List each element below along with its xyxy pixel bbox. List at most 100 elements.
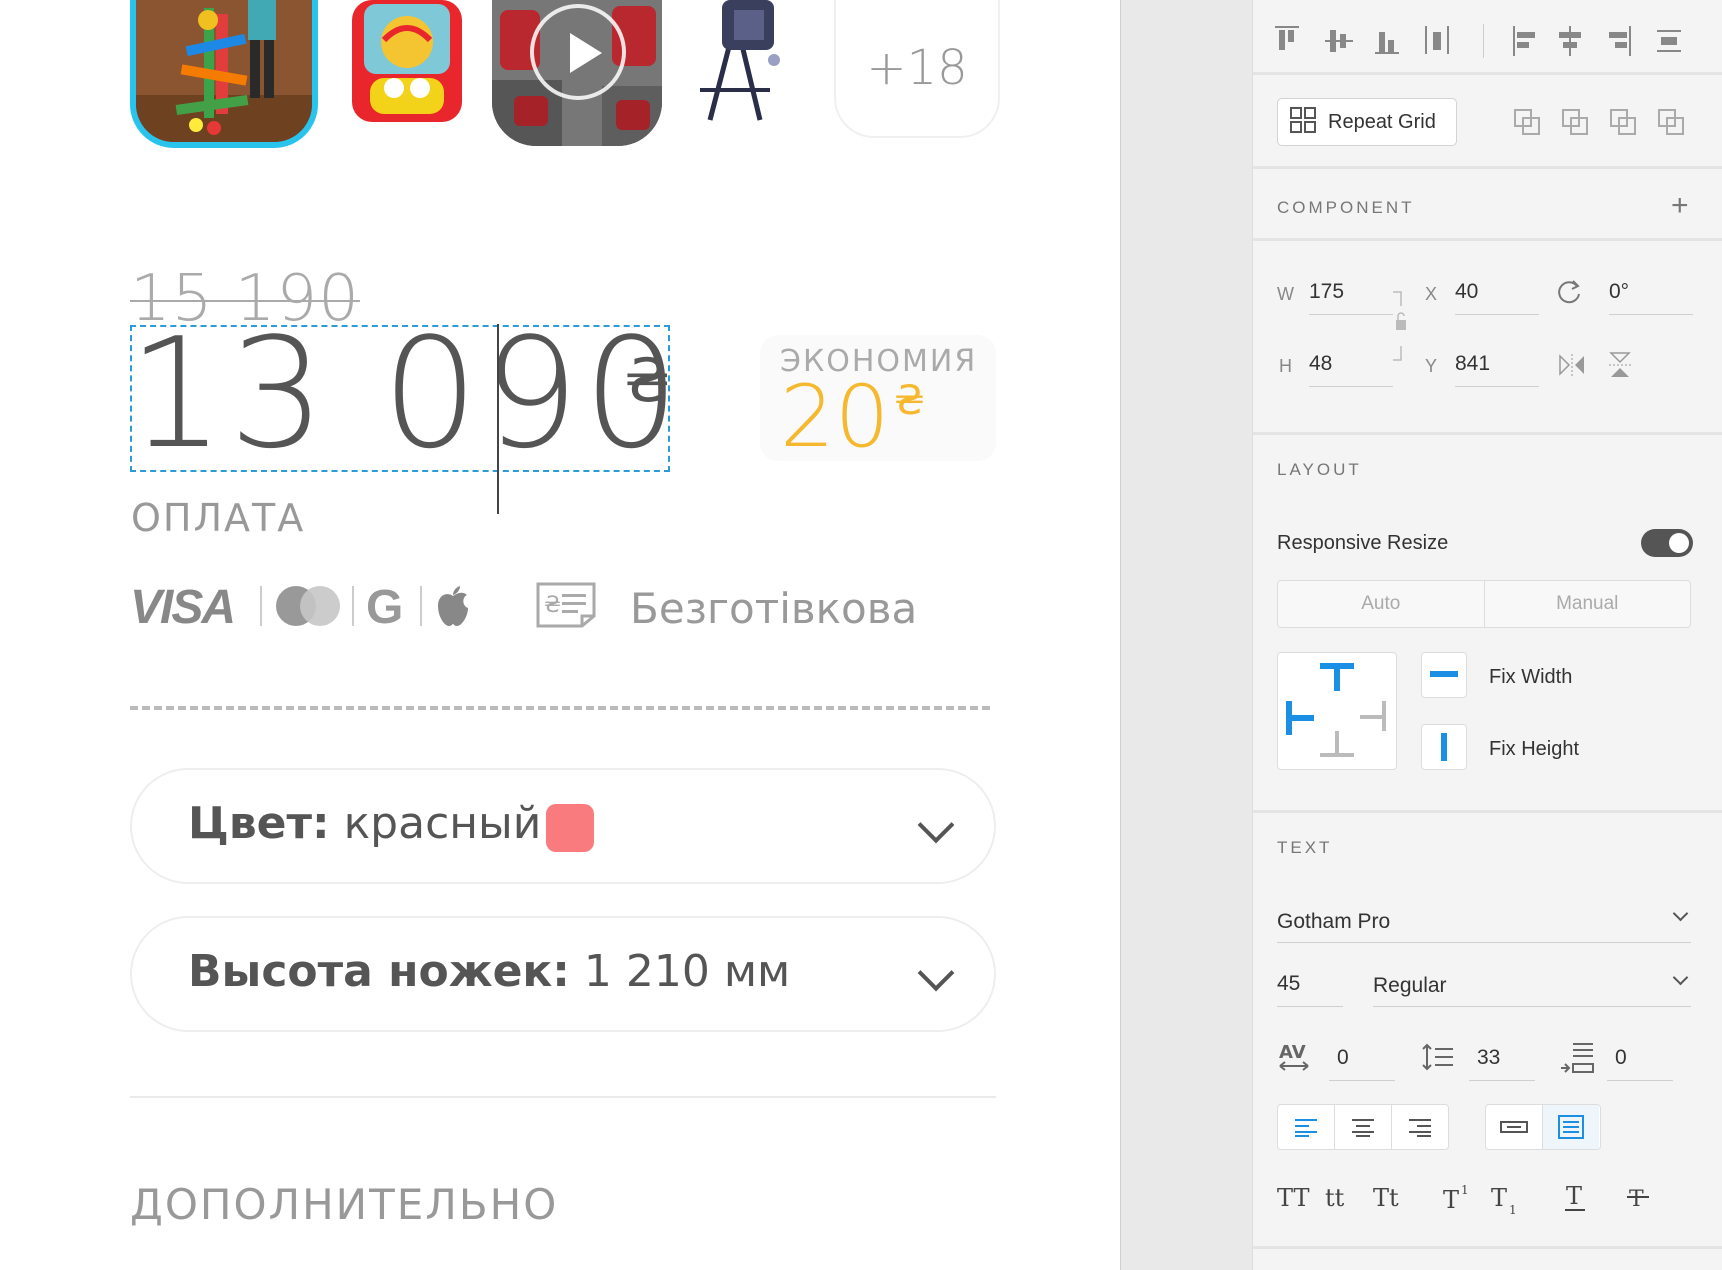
text-section-title: TEXT (1277, 838, 1333, 857)
font-weight-select[interactable]: Regular (1373, 974, 1447, 998)
thumbnail-video[interactable] (492, 0, 662, 146)
thumbnail-baby-walker[interactable] (350, 0, 464, 126)
align-right-text-button[interactable] (1391, 1105, 1448, 1149)
layout-section-title: LAYOUT (1277, 460, 1362, 479)
apple-pay-icon (436, 586, 470, 631)
svg-text:T: T (1443, 1186, 1459, 1212)
paragraph-spacing-input[interactable]: 0 (1615, 1046, 1627, 1070)
lowercase-button[interactable]: tt (1325, 1184, 1344, 1212)
cashless-payment-label: Безготівкова (630, 584, 918, 633)
font-weight-underline (1373, 1006, 1691, 1007)
width-underline (1309, 314, 1393, 315)
height-underline (1309, 386, 1393, 387)
boolean-ops (1513, 108, 1703, 143)
character-spacing-icon: AV (1277, 1040, 1311, 1079)
titlecase-button[interactable]: Tt (1373, 1184, 1399, 1212)
svg-text:T: T (1629, 1187, 1644, 1212)
x-underline (1455, 314, 1539, 315)
flip-horizontal-icon[interactable] (1557, 352, 1587, 383)
line-spacing-icon (1421, 1042, 1455, 1077)
additional-section-title: ДОПОЛНИТЕЛЬНО (130, 1180, 559, 1229)
uppercase-button[interactable]: TT (1277, 1184, 1309, 1212)
dashed-divider (130, 706, 990, 710)
panel-divider (1253, 432, 1722, 435)
y-input[interactable]: 841 (1455, 352, 1490, 376)
font-family-select[interactable]: Gotham Pro (1277, 910, 1390, 934)
price-currency-icon: ₴ (624, 346, 671, 416)
align-left-icon (1295, 1119, 1317, 1137)
pin-edges-icon (1286, 663, 1386, 757)
flip-vertical-icon[interactable] (1607, 350, 1633, 385)
svg-text:T: T (1491, 1184, 1507, 1212)
text-cursor (497, 324, 499, 514)
height-label: H (1279, 356, 1292, 376)
underline-icon[interactable]: T (1563, 1182, 1589, 1219)
resize-auto-button[interactable]: Auto (1278, 581, 1484, 627)
separator (260, 586, 262, 626)
line-spacing-underline (1469, 1080, 1535, 1081)
svg-text:1: 1 (1461, 1183, 1469, 1197)
height-input[interactable]: 48 (1309, 352, 1332, 376)
leg-height-select-text: Высота ножек: 1 210 мм (188, 946, 790, 997)
pin-constraints-widget[interactable] (1277, 652, 1397, 770)
x-input[interactable]: 40 (1455, 280, 1478, 304)
text-box-mode-group (1485, 1104, 1601, 1150)
panel-divider (1253, 166, 1722, 169)
add-icon[interactable]: + (1671, 191, 1689, 221)
text-align-group (1277, 1104, 1449, 1150)
thumbnail-toy-tower[interactable] (130, 0, 318, 148)
strikethrough-icon[interactable]: T (1625, 1182, 1651, 1219)
font-size-input[interactable]: 45 (1277, 972, 1300, 996)
fixed-size-icon (1558, 1115, 1584, 1139)
superscript-icon[interactable]: T1 (1443, 1182, 1475, 1217)
paragraph-spacing-icon (1559, 1040, 1595, 1079)
fixed-size-button[interactable] (1542, 1105, 1599, 1149)
align-center-text-button[interactable] (1334, 1105, 1391, 1149)
panel-divider (1253, 810, 1722, 813)
panel-divider (1253, 72, 1722, 75)
font-size-underline (1277, 1006, 1343, 1007)
fix-height-button[interactable] (1421, 724, 1467, 770)
rotation-input[interactable]: 0° (1609, 280, 1629, 304)
character-spacing-input[interactable]: 0 (1337, 1046, 1349, 1070)
svg-text:1: 1 (1509, 1203, 1517, 1216)
panel-divider (1253, 238, 1722, 241)
align-center-icon (1352, 1119, 1374, 1137)
align-right-icon (1409, 1119, 1431, 1137)
lock-aspect-icon[interactable] (1389, 290, 1413, 371)
responsive-resize-toggle[interactable] (1641, 529, 1693, 557)
component-section-title: COMPONENT (1277, 198, 1415, 217)
chevron-down-icon[interactable] (1672, 969, 1689, 986)
auto-width-button[interactable] (1486, 1105, 1542, 1149)
align-toolbar (1273, 24, 1703, 63)
align-left-text-button[interactable] (1278, 1105, 1334, 1149)
line-spacing-input[interactable]: 33 (1477, 1046, 1500, 1070)
resize-manual-button[interactable]: Manual (1483, 581, 1691, 627)
grid-icon (1290, 106, 1316, 138)
high-chair-image (700, 0, 780, 121)
responsive-resize-label: Responsive Resize (1277, 532, 1449, 554)
color-select-text: Цвет: красный (188, 798, 541, 849)
width-input[interactable]: 175 (1309, 280, 1344, 304)
panel-divider (1253, 1246, 1722, 1249)
visa-logo: VISA (130, 581, 236, 634)
play-icon[interactable] (530, 4, 626, 100)
toy-tower-image (136, 0, 312, 142)
chevron-down-icon[interactable] (1672, 905, 1689, 922)
savings-currency-icon: ₴ (894, 378, 925, 424)
rotation-underline (1609, 314, 1693, 315)
savings-value: 20 (780, 367, 890, 467)
repeat-grid-button[interactable]: Repeat Grid (1277, 98, 1457, 146)
thumbnail-high-chair[interactable] (690, 0, 780, 122)
fix-width-button[interactable] (1421, 652, 1467, 698)
svg-text:T: T (1566, 1182, 1582, 1210)
current-price[interactable]: 13 090 (128, 318, 684, 470)
more-images-counter[interactable]: +18 (834, 0, 1000, 138)
rotate-icon (1555, 278, 1583, 311)
subscript-icon[interactable]: T1 (1491, 1182, 1523, 1221)
resize-mode-segmented: Auto Manual (1277, 580, 1691, 628)
leg-height-label: Высота ножек: (188, 946, 570, 997)
baby-walker-image (352, 0, 462, 122)
x-label: X (1425, 284, 1438, 304)
mastercard-icon (276, 586, 340, 626)
